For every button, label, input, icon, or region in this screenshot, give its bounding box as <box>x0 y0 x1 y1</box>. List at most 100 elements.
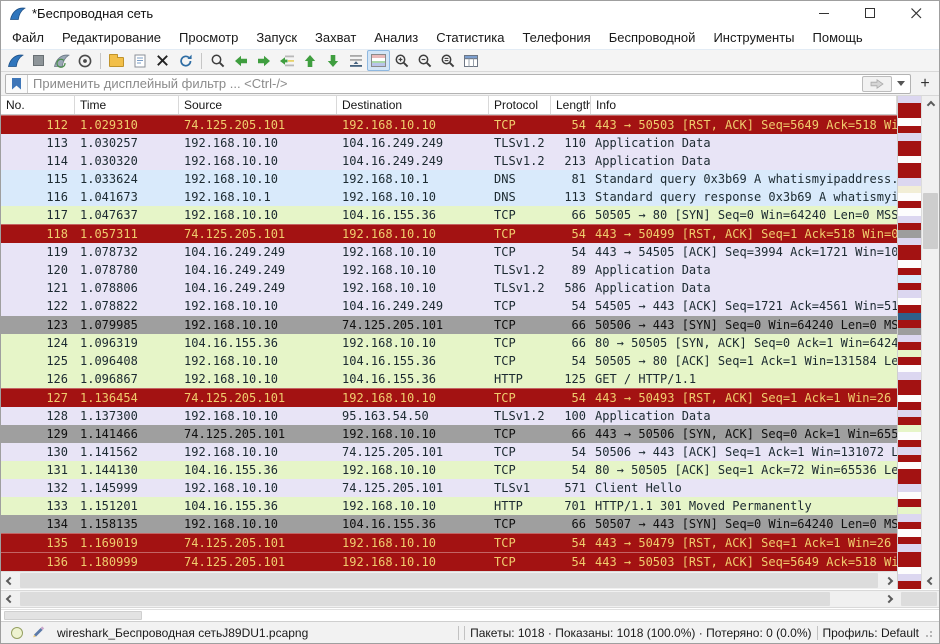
start-capture-icon[interactable] <box>4 50 27 71</box>
packet-row[interactable]: 1301.141562192.168.10.1074.125.205.101TC… <box>1 443 897 461</box>
resize-grip[interactable] <box>925 628 935 638</box>
menu-item-8[interactable]: Беспроводной <box>600 27 705 48</box>
stop-capture-icon[interactable] <box>27 50 50 71</box>
packet-row[interactable]: 1351.16901974.125.205.101192.168.10.10TC… <box>1 533 897 552</box>
menu-item-9[interactable]: Инструменты <box>704 27 803 48</box>
packet-row[interactable]: 1341.158135192.168.10.10104.16.155.36TCP… <box>1 515 897 533</box>
column-header-time[interactable]: Time <box>75 96 179 114</box>
packet-row[interactable]: 1271.13645474.125.205.101192.168.10.10TC… <box>1 388 897 407</box>
packet-row[interactable]: 1261.096867192.168.10.10104.16.155.36HTT… <box>1 370 897 388</box>
menu-item-6[interactable]: Статистика <box>427 27 513 48</box>
expert-info-icon[interactable] <box>11 627 23 639</box>
menu-item-10[interactable]: Помощь <box>804 27 872 48</box>
apply-filter-button[interactable] <box>862 76 892 92</box>
filter-history-dropdown[interactable] <box>894 76 908 92</box>
lower-hscroll-left-arrow[interactable] <box>1 591 18 607</box>
packet-row[interactable]: 1241.096319104.16.155.36192.168.10.10TCP… <box>1 334 897 352</box>
packet-row[interactable]: 1281.137300192.168.10.1095.163.54.50TLSv… <box>1 407 897 425</box>
cell-no: 125 <box>1 354 75 368</box>
cell-src: 192.168.10.10 <box>179 154 337 168</box>
reload-file-icon[interactable] <box>174 50 197 71</box>
lower-hscroll-right-arrow[interactable] <box>880 591 897 607</box>
cell-proto: TLSv1.2 <box>489 281 551 295</box>
lower-hscrollbar[interactable] <box>1 590 939 608</box>
menu-item-7[interactable]: Телефония <box>513 27 599 48</box>
packet-row[interactable]: 1121.02931074.125.205.101192.168.10.10TC… <box>1 115 897 134</box>
find-packet-icon[interactable] <box>206 50 229 71</box>
menu-item-1[interactable]: Редактирование <box>53 27 170 48</box>
cell-len: 100 <box>551 409 591 423</box>
minimize-button[interactable] <box>801 1 847 25</box>
maximize-button[interactable] <box>847 1 893 25</box>
menu-item-5[interactable]: Анализ <box>365 27 427 48</box>
packet-row[interactable]: 1141.030320192.168.10.10104.16.249.249TL… <box>1 152 897 170</box>
open-file-icon[interactable] <box>105 50 128 71</box>
packet-row[interactable]: 1181.05731174.125.205.101192.168.10.10TC… <box>1 224 897 243</box>
vscroll-thumb[interactable] <box>923 193 938 249</box>
collapsed-pane-scrollbar[interactable] <box>1 609 939 621</box>
column-header-source[interactable]: Source <box>179 96 337 114</box>
cell-src: 192.168.10.10 <box>179 172 337 186</box>
packet-row[interactable]: 1131.030257192.168.10.10104.16.249.249TL… <box>1 134 897 152</box>
packet-list-vscrollbar[interactable] <box>921 96 939 589</box>
column-header-destination[interactable]: Destination <box>337 96 489 114</box>
hscroll-right-arrow[interactable] <box>880 572 897 589</box>
packet-row[interactable]: 1161.041673192.168.10.1192.168.10.10DNS1… <box>1 188 897 206</box>
packet-row[interactable]: 1231.079985192.168.10.1074.125.205.101TC… <box>1 316 897 334</box>
menu-item-3[interactable]: Запуск <box>247 27 306 48</box>
column-header-length[interactable]: Length <box>551 96 591 114</box>
colorize-packets-icon[interactable] <box>367 50 390 71</box>
profile-label[interactable]: Профиль: Default <box>823 626 920 640</box>
packet-row[interactable]: 1221.078822192.168.10.10104.16.249.249TC… <box>1 297 897 315</box>
packet-list-hscrollbar[interactable] <box>1 571 897 589</box>
cell-proto: TLSv1 <box>489 481 551 495</box>
menu-item-0[interactable]: Файл <box>3 27 53 48</box>
go-back-icon[interactable] <box>229 50 252 71</box>
cell-len: 89 <box>551 263 591 277</box>
resize-columns-icon[interactable] <box>459 50 482 71</box>
column-header-no[interactable]: No. <box>1 96 75 114</box>
column-header-protocol[interactable]: Protocol <box>489 96 551 114</box>
menu-item-2[interactable]: Просмотр <box>170 27 247 48</box>
vscroll-down-arrow[interactable] <box>922 572 939 589</box>
display-filter-input[interactable]: Применить дисплейный фильтр ... <Ctrl-/> <box>5 74 911 94</box>
packet-row[interactable]: 1331.151201104.16.155.36192.168.10.10HTT… <box>1 497 897 515</box>
cell-proto: TCP <box>489 391 551 405</box>
close-button[interactable] <box>893 1 939 25</box>
cell-proto: TLSv1.2 <box>489 136 551 150</box>
capture-options-icon[interactable] <box>73 50 96 71</box>
annotation-pencil-icon[interactable] <box>31 624 45 641</box>
filter-bookmark-icon[interactable] <box>6 75 28 93</box>
cell-src: 104.16.249.249 <box>179 281 337 295</box>
packet-row[interactable]: 1311.144130104.16.155.36192.168.10.10TCP… <box>1 461 897 479</box>
hscroll-left-arrow[interactable] <box>1 572 18 589</box>
packet-row[interactable]: 1201.078780104.16.249.249192.168.10.10TL… <box>1 261 897 279</box>
packet-row[interactable]: 1211.078806104.16.249.249192.168.10.10TL… <box>1 279 897 297</box>
packet-row[interactable]: 1251.096408192.168.10.10104.16.155.36TCP… <box>1 352 897 370</box>
packet-row[interactable]: 1291.14146674.125.205.101192.168.10.10TC… <box>1 425 897 443</box>
zoom-out-icon[interactable] <box>413 50 436 71</box>
packet-row[interactable]: 1321.145999192.168.10.1074.125.205.101TL… <box>1 479 897 497</box>
go-last-packet-icon[interactable] <box>321 50 344 71</box>
go-to-packet-icon[interactable] <box>275 50 298 71</box>
intelligent-scrollbar-minimap[interactable] <box>897 96 921 589</box>
add-filter-button[interactable]: + <box>915 75 935 93</box>
restart-capture-icon[interactable] <box>50 50 73 71</box>
go-first-packet-icon[interactable] <box>298 50 321 71</box>
menu-item-4[interactable]: Захват <box>306 27 365 48</box>
auto-scroll-icon[interactable] <box>344 50 367 71</box>
cell-time: 1.078780 <box>75 263 179 277</box>
zoom-reset-icon[interactable] <box>436 50 459 71</box>
go-forward-icon[interactable] <box>252 50 275 71</box>
cell-len: 110 <box>551 136 591 150</box>
close-file-icon[interactable] <box>151 50 174 71</box>
vscroll-up-arrow[interactable] <box>922 96 939 113</box>
packet-row[interactable]: 1151.033624192.168.10.10192.168.10.1DNS8… <box>1 170 897 188</box>
packet-row[interactable]: 1361.18099974.125.205.101192.168.10.10TC… <box>1 552 897 571</box>
cell-no: 117 <box>1 208 75 222</box>
packet-row[interactable]: 1191.078732104.16.249.249192.168.10.10TC… <box>1 243 897 261</box>
packet-row[interactable]: 1171.047637192.168.10.10104.16.155.36TCP… <box>1 206 897 224</box>
column-header-info[interactable]: Info <box>591 96 897 114</box>
zoom-in-icon[interactable] <box>390 50 413 71</box>
save-file-icon[interactable] <box>128 50 151 71</box>
